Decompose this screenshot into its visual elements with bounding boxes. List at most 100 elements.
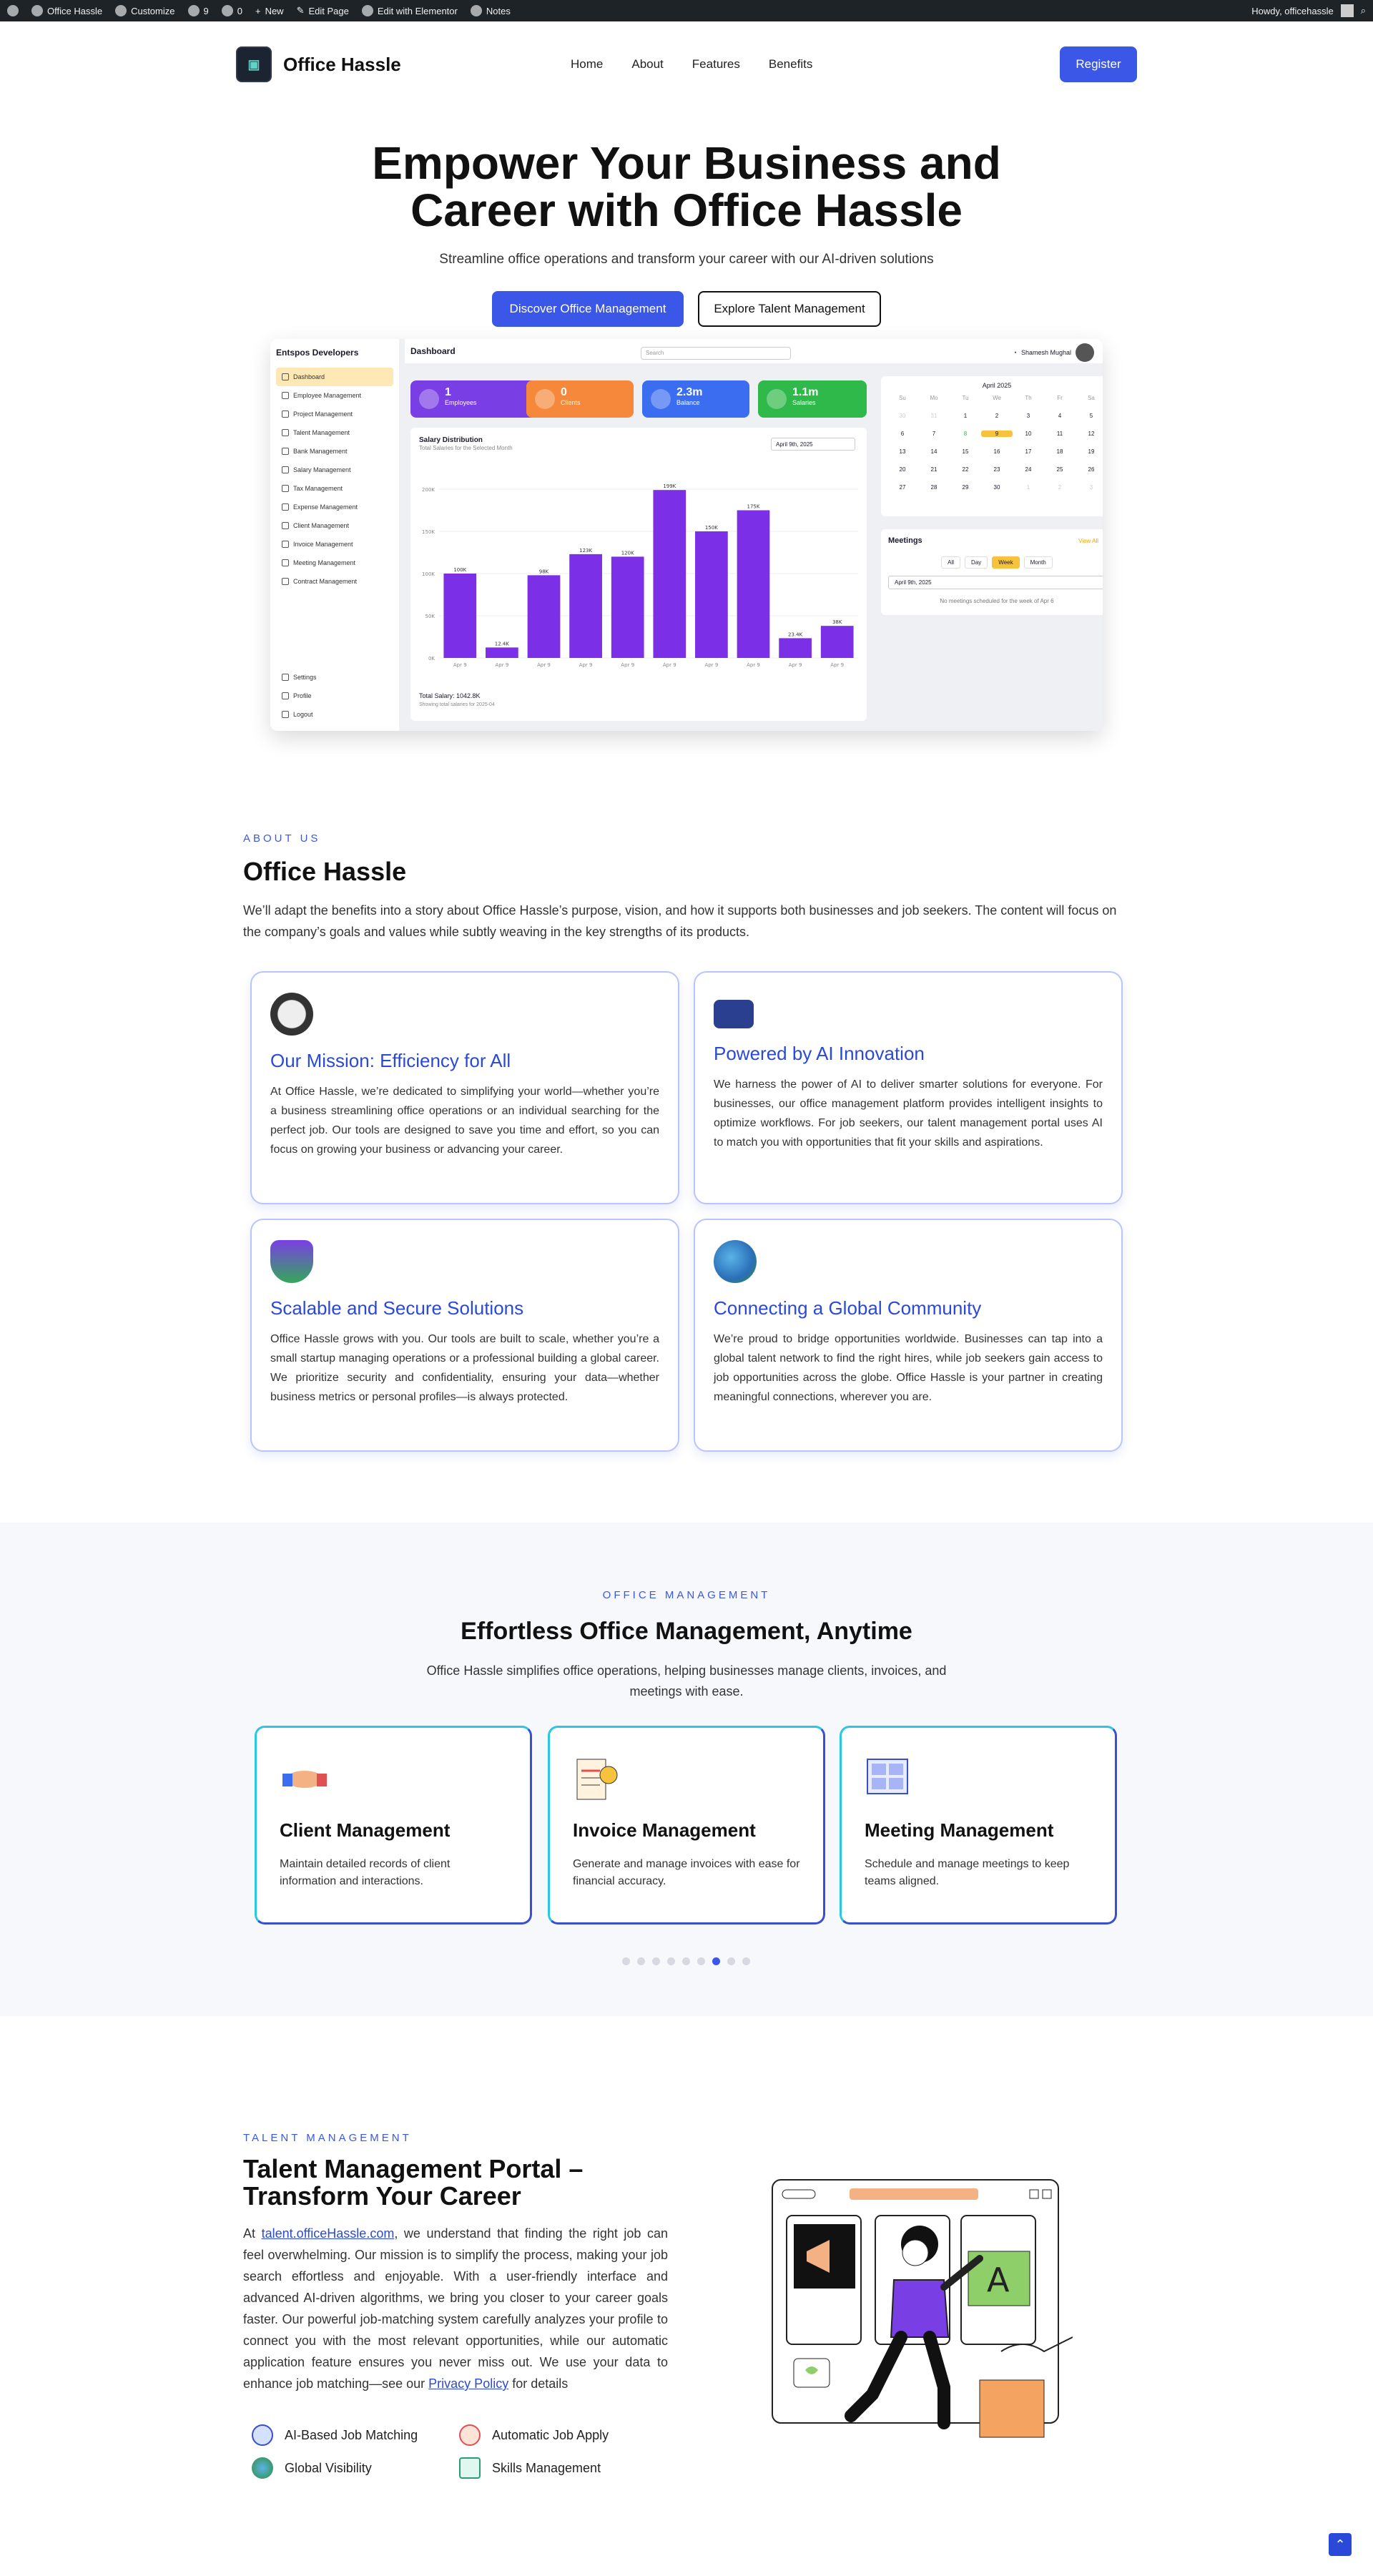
chart-bar [820, 626, 854, 658]
admin-avatar[interactable] [1340, 4, 1354, 17]
nav-about[interactable]: About [631, 57, 663, 72]
calendar-date: 4 [1058, 413, 1062, 419]
calendar-day-header: Fr [1057, 395, 1063, 401]
admin-updates-link[interactable]: 9 [187, 5, 209, 16]
y-tick-label: 0K [428, 656, 435, 662]
bar-data-label: 199K [663, 483, 676, 489]
calendar-day-header: Su [899, 395, 906, 401]
calendar-date: 24 [1025, 466, 1032, 473]
logo-text[interactable]: Office Hassle [283, 54, 401, 76]
calendar-date: 7 [932, 431, 936, 437]
carousel-dot[interactable] [697, 1957, 705, 1965]
bar-data-label: 38K [832, 619, 842, 625]
admin-new-link[interactable]: + New [255, 6, 284, 16]
clock-icon [270, 993, 313, 1036]
talent-feature: AI-Based Job Matching [252, 2424, 418, 2446]
handshake-icon [280, 1756, 330, 1799]
calendar-widget: April 2025 Su Mo Tu We Th Fr Sa 30 31 1 2 3 4 5 6 7 8 9 10… [881, 376, 1103, 516]
sidebar-item: Employee Management [276, 386, 393, 405]
calendar-date: 22 [962, 466, 969, 473]
scroll-to-top-button[interactable]: ⌃ [1329, 2533, 1352, 2556]
nav-benefits[interactable]: Benefits [769, 57, 812, 72]
nav-home[interactable]: Home [571, 57, 603, 72]
x-tick-label: Apr 9 [830, 662, 844, 668]
globe-icon [714, 1240, 757, 1283]
bar-data-label: 12.4K [495, 641, 510, 647]
carousel-dot-active[interactable] [712, 1957, 720, 1965]
stat-card: 2.3m Balance [642, 380, 749, 418]
about-text: We’ll adapt the benefits into a story ab… [243, 903, 1117, 939]
bar-data-label: 150K [705, 525, 718, 531]
carousel-dot[interactable] [652, 1957, 660, 1965]
feature-title: Scalable and Secure Solutions [270, 1297, 524, 1319]
admin-notes-link[interactable]: Notes [470, 5, 511, 16]
calendar-date: 12 [1088, 431, 1095, 437]
carousel-dot[interactable] [682, 1957, 690, 1965]
card-text: Generate and manage invoices with ease f… [573, 1858, 800, 1887]
calendar-date: 19 [1088, 448, 1095, 455]
bar-data-label: 23.4K [788, 631, 803, 637]
sidebar-item-profile: Profile [276, 687, 317, 705]
carousel-dot[interactable] [622, 1957, 630, 1965]
x-tick-label: Apr 9 [705, 662, 719, 668]
calendar-date: 27 [899, 484, 906, 491]
x-tick-label: Apr 9 [453, 662, 467, 668]
carousel-dot[interactable] [742, 1957, 750, 1965]
service-card[interactable]: Meeting Management Schedule and manage m… [840, 1726, 1117, 1924]
admin-elementor-link[interactable]: Edit with Elementor [361, 5, 458, 16]
wp-logo-icon[interactable] [7, 5, 19, 16]
talent-link[interactable]: talent.officeHassle.com [262, 2226, 395, 2241]
sidebar-item: Talent Management [276, 423, 393, 442]
privacy-policy-link[interactable]: Privacy Policy [428, 2376, 508, 2391]
bell-icon: ◔ [1013, 349, 1017, 356]
avatar [1076, 343, 1094, 362]
service-card[interactable]: Invoice Management Generate and manage i… [548, 1726, 825, 1924]
carousel-dot[interactable] [667, 1957, 675, 1965]
carousel-dot[interactable] [727, 1957, 735, 1965]
feature-text: We’re proud to bridge opportunities worl… [714, 1333, 1103, 1403]
dashboard-topbar: Dashboard Search ◔ Shamesh Mughal [405, 339, 1103, 363]
calendar-day-header: Sa [1088, 395, 1095, 401]
calendar-date: 31 [930, 413, 938, 419]
calendar-date: 16 [993, 448, 1000, 455]
card-text: Maintain detailed records of client info… [280, 1858, 451, 1887]
calendar-date: 13 [899, 448, 906, 455]
service-card[interactable]: Client Management Maintain detailed reco… [255, 1726, 532, 1924]
admin-site-link[interactable]: Office Hassle [31, 5, 102, 16]
meetings-tabs: All Day Week Month [888, 556, 1103, 569]
y-tick-label: 200K [422, 487, 435, 493]
chart-total-note: Showing total salaries for 2025-04 [419, 702, 495, 707]
calendar-date: 6 [900, 431, 905, 437]
brush-icon [115, 5, 127, 16]
card-title: Invoice Management [573, 1819, 756, 1841]
admin-howdy[interactable]: Howdy, officehassle [1251, 6, 1333, 16]
discover-office-button[interactable]: Discover Office Management [492, 291, 684, 327]
admin-customize-link[interactable]: Customize [115, 5, 175, 16]
x-tick-label: Apr 9 [789, 662, 802, 668]
bar-data-label: 123K [579, 548, 592, 554]
explore-talent-button[interactable]: Explore Talent Management [698, 291, 881, 327]
sidebar-item-logout: Logout [276, 705, 317, 724]
dashboard-sidebar: Entspos Developers Dashboard Employee Ma… [270, 339, 399, 731]
register-button[interactable]: Register [1060, 46, 1137, 82]
salary-chart-card: Salary Distribution Total Salaries for t… [410, 428, 867, 721]
calendar-month: April 2025 [982, 382, 1012, 389]
office-title: Effortless Office Management, Anytime [461, 1618, 912, 1645]
x-tick-label: Apr 9 [663, 662, 676, 668]
carousel-dot[interactable] [637, 1957, 645, 1965]
tab-all: All [941, 556, 961, 569]
meetings-empty: No meetings scheduled for the week of Ap… [940, 598, 1054, 604]
y-tick-label: 100K [422, 571, 435, 577]
calendar-day-header: We [993, 395, 1001, 401]
calendar-date: 30 [899, 413, 906, 419]
search-icon[interactable]: ⌕ [1361, 5, 1366, 16]
logo-icon[interactable]: ▣ [236, 46, 272, 82]
auto-apply-icon [459, 2424, 481, 2446]
admin-comments-link[interactable]: 0 [221, 5, 242, 16]
nav-features[interactable]: Features [692, 57, 740, 72]
admin-bar: Office Hassle Customize 9 0 + New ✎ Edit P… [0, 0, 1373, 21]
svg-text:A: A [987, 2261, 1010, 2299]
admin-edit-page-link[interactable]: ✎ Edit Page [297, 5, 349, 16]
hero-title: Empower Your Business and Career with Off… [372, 137, 1001, 236]
x-tick-label: Apr 9 [496, 662, 509, 668]
